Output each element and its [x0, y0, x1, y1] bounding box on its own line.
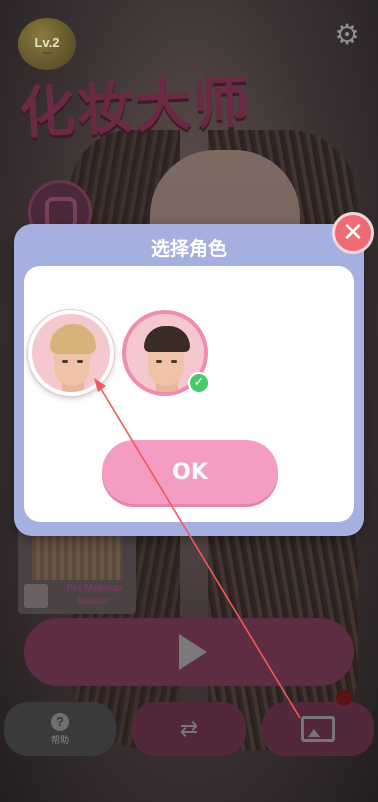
dialog-title: 选择角色 [150, 238, 227, 260]
swap-icon: ⇄ [179, 716, 199, 741]
swap-button[interactable]: ⇄ [132, 702, 246, 756]
avatar-eye [62, 360, 68, 363]
level-text: Lv.2 [34, 34, 60, 50]
gallery-button[interactable] [262, 702, 374, 756]
help-button[interactable]: ? 帮助 [4, 702, 116, 756]
notification-dot [336, 690, 352, 706]
photo-icon [301, 716, 335, 742]
selected-check-icon: ✓ [188, 372, 210, 394]
avatar-eye [171, 360, 177, 363]
ok-button[interactable]: OK [102, 440, 278, 504]
level-badge[interactable]: Lv.2 [18, 18, 76, 70]
pet-card-label: Pet Makeup Master [66, 583, 122, 607]
play-icon [179, 634, 207, 670]
close-button[interactable]: ✕ [332, 212, 374, 254]
avatar-eye [156, 360, 162, 363]
avatar-hair [50, 324, 96, 354]
pet-thumb-icon [24, 584, 48, 608]
play-button[interactable] [24, 618, 354, 686]
question-icon: ? [51, 712, 69, 731]
avatar-eye [77, 360, 83, 363]
avatar-hair [144, 326, 190, 352]
game-logo: 化妆大师 [17, 69, 253, 147]
level-sub [42, 51, 52, 54]
gear-icon[interactable]: ⚙ [332, 20, 362, 50]
character-avatar-blond[interactable] [28, 310, 114, 396]
help-label: 帮助 [50, 734, 69, 745]
close-icon: ✕ [342, 218, 364, 248]
